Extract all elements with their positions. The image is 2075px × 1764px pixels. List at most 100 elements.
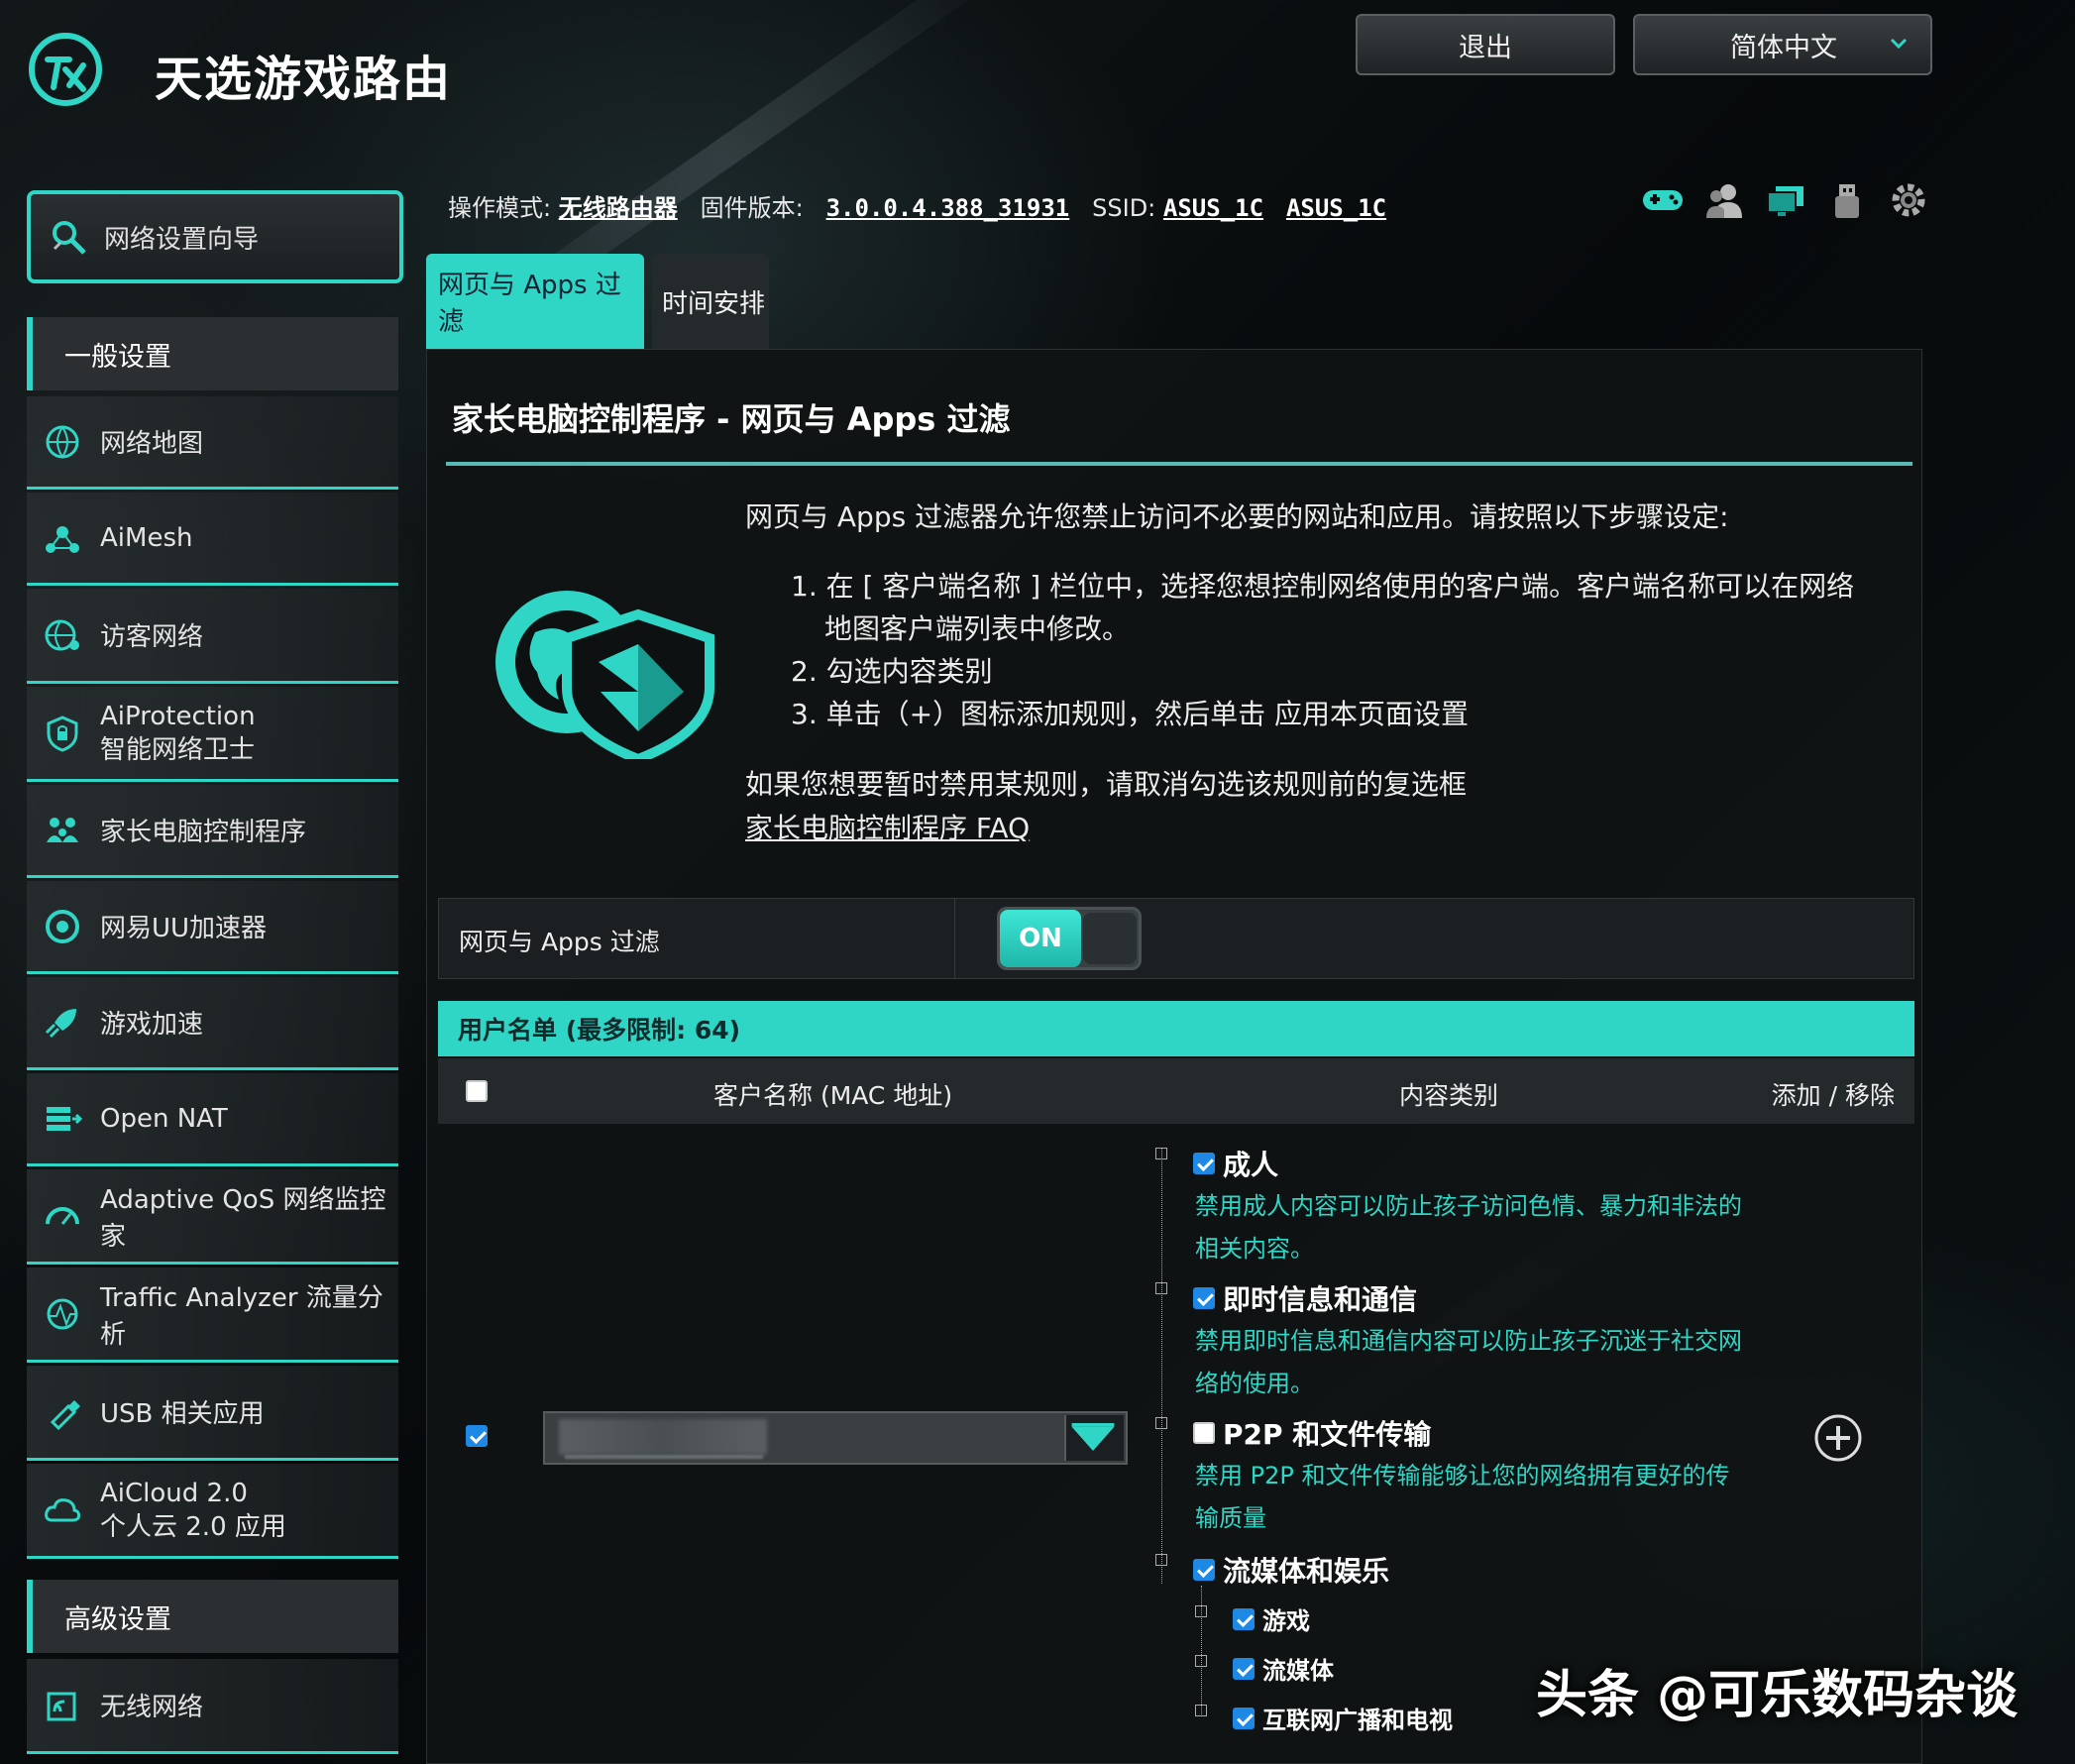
mesh-icon [46,525,79,553]
category-p2p-desc: 禁用 P2P 和文件传输能够让您的网络拥有更好的传输质量 [1195,1462,1730,1532]
category-games-checkbox[interactable] [1233,1607,1255,1630]
category-im-desc: 禁用即时信息和通信内容可以防止孩子沉迷于社交网络的使用。 [1195,1327,1742,1397]
language-select[interactable]: 简体中文 [1633,14,1932,75]
open-nat-icon [47,1106,82,1131]
sidebar-item-traffic-analyzer[interactable]: Traffic Analyzer 流量分析 [27,1268,398,1363]
sidebar-item-label: 网络地图 [100,429,204,459]
gamepad-icon[interactable] [1641,180,1685,220]
usb-icon[interactable] [1825,180,1869,220]
sidebar-item-uu-accelerator[interactable]: 网易UU加速器 [27,881,398,974]
sidebar-item-open-nat[interactable]: Open NAT [27,1073,398,1166]
globe-shield-icon [495,591,714,759]
category-p2p-checkbox[interactable] [1193,1422,1215,1444]
category-label: 流媒体和娱乐 [1223,1555,1390,1588]
usb-app-icon [50,1399,80,1430]
tree-node [1155,1417,1167,1429]
sidebar-item-aicloud[interactable]: AiCloud 2.0 个人云 2.0 应用 [27,1464,398,1559]
sidebar-item-usb-apps[interactable]: USB 相关应用 [27,1366,398,1461]
sidebar-item-label: 家长电脑控制程序 [100,818,307,847]
sidebar-item-label: 游戏加速 [100,1010,204,1040]
gauge-icon [46,1206,79,1225]
category-adult[interactable]: 成人 [1193,1144,1278,1183]
category-label: 成人 [1223,1149,1279,1181]
category-label: 游戏 [1262,1607,1310,1635]
tree-node [1155,1282,1167,1294]
category-label: 互联网广播和电视 [1262,1707,1453,1734]
category-label: 流媒体 [1262,1657,1334,1685]
sidebar-item-aiprotection[interactable]: AiProtection 智能网络卫士 [27,687,398,782]
tab-time-scheduling[interactable]: 时间安排 [652,254,769,349]
sidebar-item-sublabel: 个人云 2.0 应用 [100,1511,286,1542]
chevron-down-icon [1890,38,1908,50]
rule-enable-checkbox[interactable] [466,1425,488,1447]
ssid-value-2[interactable]: ASUS_1C [1286,194,1386,222]
select-all-checkbox[interactable] [466,1080,488,1102]
category-p2p[interactable]: P2P 和文件传输 [1193,1413,1431,1453]
cloud-icon [45,1497,80,1521]
category-adult-checkbox[interactable] [1193,1153,1215,1174]
sidebar-item-label: AiCloud 2.0 [100,1478,248,1508]
category-tv[interactable]: 互联网广播和电视 [1233,1701,1453,1735]
tree-node [1195,1705,1207,1716]
sidebar-item-label: AiMesh [100,522,193,553]
mode-value[interactable]: 无线路由器 [559,194,678,222]
faq-link[interactable]: 家长电脑控制程序 FAQ [745,807,1030,846]
sidebar-item-label: 网易UU加速器 [100,914,268,943]
category-tv-checkbox[interactable] [1233,1707,1255,1729]
general-settings-header: 一般设置 [27,317,398,390]
add-rule-icon[interactable] [1813,1413,1863,1463]
network-setup-wizard-button[interactable]: 网络设置向导 [27,190,403,283]
wizard-label: 网络设置向导 [104,224,260,255]
sidebar-item-label: USB 相关应用 [100,1399,265,1429]
category-streaming[interactable]: 流媒体和娱乐 [1193,1550,1389,1590]
filter-enable-switch[interactable]: ON [997,907,1142,970]
disable-rule-note: 如果您想要暂时禁用某规则，请取消勾选该规则前的复选框 [745,768,1468,801]
sidebar-item-game-boost[interactable]: 游戏加速 [27,977,398,1070]
category-label: 即时信息和通信 [1223,1283,1418,1316]
category-im-checkbox[interactable] [1193,1287,1215,1309]
step-2: 2. 勾选内容类别 [791,655,993,688]
sidebar-item-label: Open NAT [100,1103,228,1134]
column-client-name: 客户名称 (MAC 地址) [713,1081,953,1110]
watermark: 头条 @可乐数码杂谈 [1536,1666,2019,1725]
language-label: 简体中文 [1730,32,1837,63]
tx-logo-icon [29,33,102,106]
monitor-icon[interactable] [1764,180,1807,220]
instruction-steps: 1. 在 [ 客户端名称 ] 栏位中，选择您想控制网络使用的客户端。客户端名称可… [791,565,1854,735]
sidebar-item-adaptive-qos[interactable]: Adaptive QoS 网络监控家 [27,1169,398,1265]
category-games[interactable]: 游戏 [1233,1601,1310,1636]
client-name-select[interactable] [543,1411,1128,1465]
firmware-label: 固件版本: [700,194,804,222]
category-im[interactable]: 即时信息和通信 [1193,1278,1417,1318]
category-media[interactable]: 流媒体 [1233,1651,1334,1686]
sidebar-item-aimesh[interactable]: AiMesh [27,493,398,586]
sidebar-item-network-map[interactable]: 网络地图 [27,396,398,490]
sidebar-item-label: Adaptive QoS 网络监控家 [100,1184,386,1252]
tree-node [1155,1554,1167,1566]
column-content-category: 内容类别 [1399,1081,1499,1110]
category-label: P2P 和文件传输 [1223,1418,1432,1451]
settings-gear-icon[interactable] [1887,180,1930,220]
column-add-remove: 添加 / 移除 [1771,1081,1895,1110]
tab-web-apps-filter[interactable]: 网页与 Apps 过滤 [426,254,644,349]
category-streaming-checkbox[interactable] [1193,1559,1215,1581]
sidebar-item-parental-control[interactable]: 家长电脑控制程序 [27,785,398,878]
client-dropdown-button[interactable] [1064,1415,1124,1461]
sidebar-item-label: 访客网络 [100,622,204,652]
users-icon[interactable] [1702,180,1746,220]
brand-title: 天选游戏路由 [155,52,453,107]
category-adult-desc: 禁用成人内容可以防止孩子访问色情、暴力和非法的相关内容。 [1195,1192,1742,1263]
logout-button[interactable]: 退出 [1356,14,1615,75]
shield-lock-icon [47,715,78,752]
sidebar-item-wireless[interactable]: 无线网络 [27,1659,398,1754]
ssid-value-1[interactable]: ASUS_1C [1163,194,1263,222]
intro-text: 网页与 Apps 过滤器允许您禁止访问不必要的网站和应用。请按照以下步骤设定: [745,500,1729,533]
step-1-cont: 地图客户端列表中修改。 [824,612,1131,645]
category-media-checkbox[interactable] [1233,1657,1255,1680]
rocket-icon [45,1008,76,1038]
filter-toggle-row: 网页与 Apps 过滤 ON [438,898,1914,979]
sidebar-item-guest-network[interactable]: 访客网络 [27,589,398,684]
firmware-value[interactable]: 3.0.0.4.388_31931 [826,194,1070,222]
uu-accelerator-icon [46,909,79,943]
filter-toggle-label: 网页与 Apps 过滤 [459,928,660,956]
